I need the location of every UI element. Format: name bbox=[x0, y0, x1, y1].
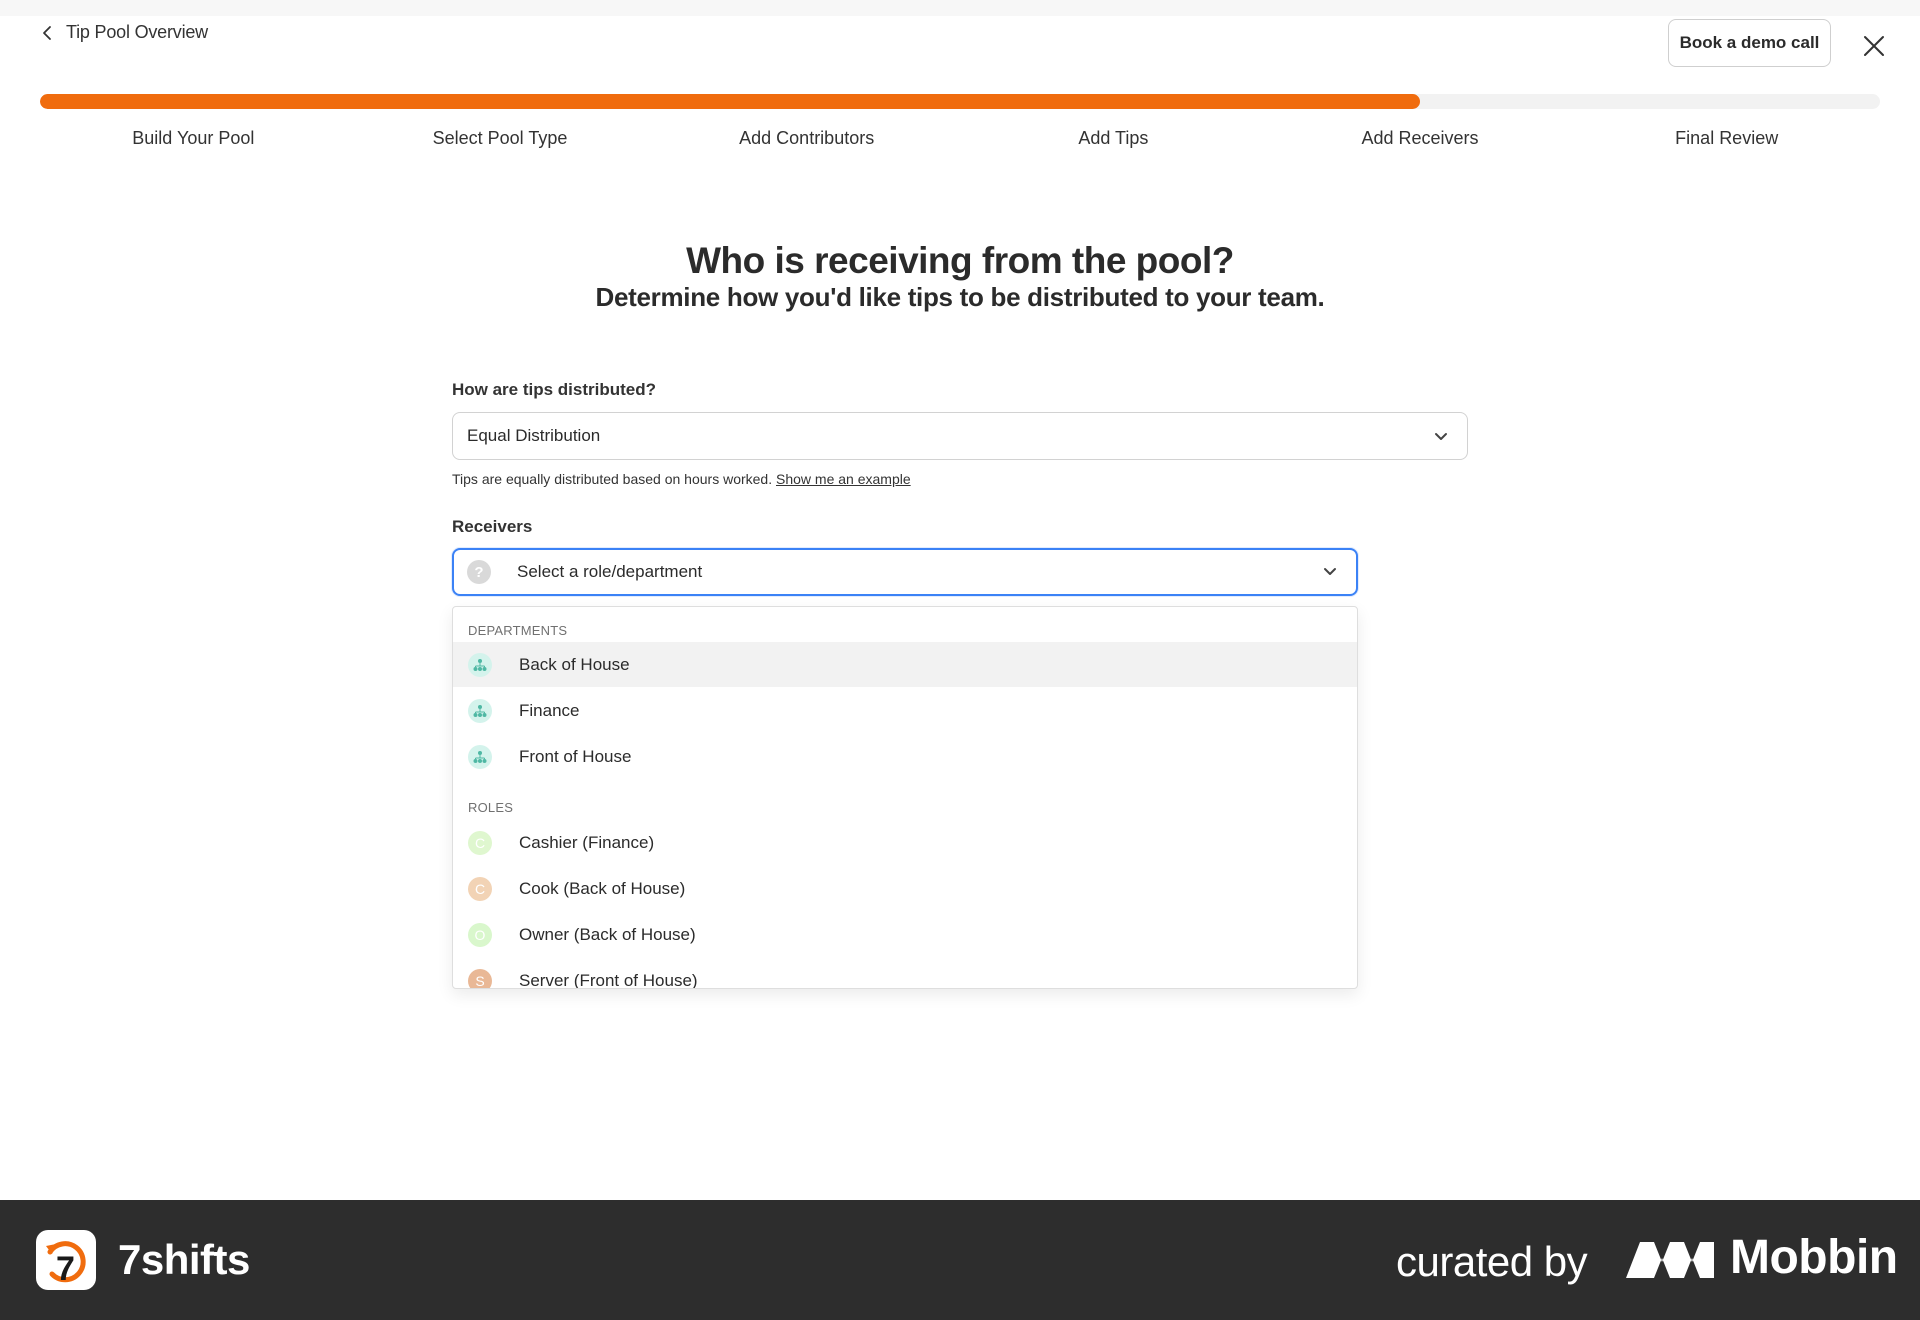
chevron-down-icon bbox=[1435, 433, 1447, 440]
option-label: Server (Front of House) bbox=[519, 970, 698, 989]
option-label: Finance bbox=[519, 700, 580, 720]
app-name: 7shifts bbox=[118, 1236, 250, 1283]
step-labels: Build Your Pool Select Pool Type Add Con… bbox=[40, 128, 1880, 149]
option-owner[interactable]: O Owner (Back of House) bbox=[453, 912, 1357, 957]
distribution-value: Equal Distribution bbox=[467, 426, 601, 445]
step-add-contributors: Add Contributors bbox=[739, 128, 875, 148]
option-back-of-house[interactable]: Back of House bbox=[453, 642, 1357, 687]
option-cashier[interactable]: C Cashier (Finance) bbox=[453, 820, 1357, 865]
distribution-label: How are tips distributed? bbox=[452, 380, 657, 399]
option-label: Cook (Back of House) bbox=[519, 878, 686, 898]
option-front-of-house[interactable]: Front of House bbox=[453, 734, 1357, 779]
role-avatar: O bbox=[468, 923, 492, 947]
svg-text:7: 7 bbox=[56, 1250, 75, 1288]
department-icon bbox=[468, 745, 492, 769]
roles-group-label: ROLES bbox=[468, 800, 514, 815]
receivers-dropdown: DEPARTMENTS Back of House Finance Front … bbox=[452, 606, 1358, 989]
role-avatar: S bbox=[468, 969, 492, 988]
distribution-select[interactable]: Equal Distribution bbox=[452, 412, 1468, 460]
app-logo: 7 bbox=[36, 1230, 96, 1290]
top-strip bbox=[0, 0, 1920, 16]
chevron-left-icon bbox=[43, 25, 51, 40]
mobbin-brand: Mobbin bbox=[1730, 1231, 1898, 1284]
distribution-hint: Tips are equally distributed based on ho… bbox=[452, 471, 911, 487]
progress-fill bbox=[40, 94, 1420, 109]
role-avatar: C bbox=[468, 831, 492, 855]
back-link[interactable]: Tip Pool Overview bbox=[40, 22, 208, 43]
option-cook[interactable]: C Cook (Back of House) bbox=[453, 866, 1357, 911]
close-icon[interactable] bbox=[1860, 32, 1888, 60]
back-link-label: Tip Pool Overview bbox=[66, 22, 208, 42]
step-final-review: Final Review bbox=[1675, 128, 1779, 148]
option-label: Back of House bbox=[519, 654, 630, 674]
step-add-tips: Add Tips bbox=[1078, 128, 1149, 148]
receivers-select[interactable]: ? Select a role/department bbox=[452, 548, 1358, 596]
option-label: Cashier (Finance) bbox=[519, 832, 655, 852]
department-icon bbox=[468, 653, 492, 677]
curated-by-text: curated by bbox=[1396, 1238, 1588, 1285]
role-avatar: C bbox=[468, 877, 492, 901]
page-subtitle: Determine how you'd like tips to be dist… bbox=[595, 282, 1325, 312]
departments-group-label: DEPARTMENTS bbox=[468, 623, 568, 638]
book-demo-button[interactable]: Book a demo call bbox=[1668, 19, 1831, 67]
footer-bar: 7 7shifts curated by Mobbin bbox=[0, 1200, 1920, 1320]
step-add-receivers: Add Receivers bbox=[1361, 128, 1479, 148]
receivers-label: Receivers bbox=[452, 517, 533, 536]
chevron-down-icon bbox=[1324, 568, 1336, 575]
show-example-link[interactable]: Show me an example bbox=[776, 471, 911, 487]
mobbin-logo-icon bbox=[1626, 1242, 1714, 1278]
step-build-your-pool: Build Your Pool bbox=[132, 128, 255, 148]
step-select-pool-type: Select Pool Type bbox=[432, 128, 568, 148]
option-finance[interactable]: Finance bbox=[453, 688, 1357, 733]
question-icon: ? bbox=[467, 560, 491, 584]
hint-text: Tips are equally distributed based on ho… bbox=[452, 471, 773, 487]
progress-bar bbox=[40, 94, 1880, 109]
department-icon bbox=[468, 699, 492, 723]
receivers-placeholder: Select a role/department bbox=[517, 562, 703, 581]
option-label: Front of House bbox=[519, 746, 632, 766]
page-title: Who is receiving from the pool? bbox=[686, 240, 1234, 281]
option-label: Owner (Back of House) bbox=[519, 924, 696, 944]
option-server[interactable]: S Server (Front of House) bbox=[453, 958, 1357, 989]
